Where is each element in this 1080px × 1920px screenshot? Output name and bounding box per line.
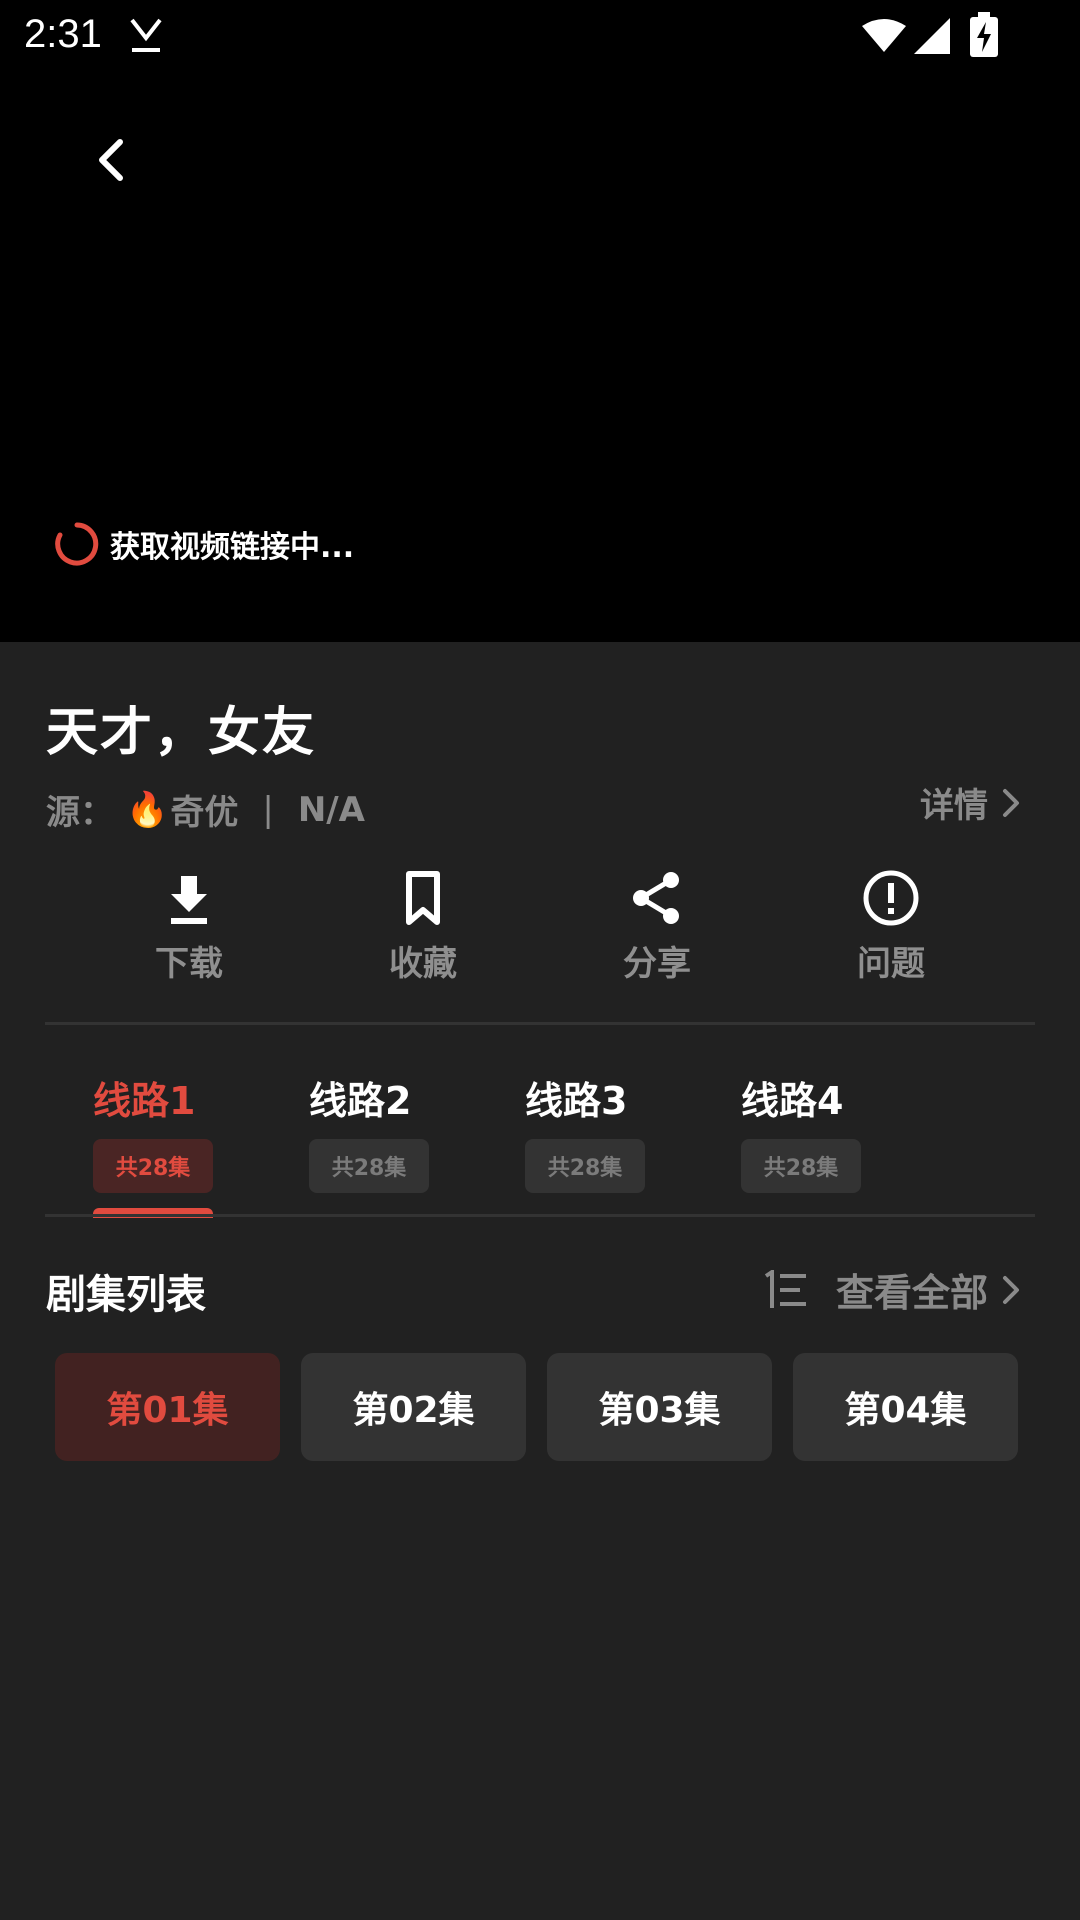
action-bar: 下载 收藏 分享 问题 (72, 868, 1008, 985)
share-label: 分享 (623, 944, 691, 984)
view-all-label: 查看全部 (835, 1271, 988, 1315)
signal-icon (914, 18, 950, 54)
episode-button[interactable]: 第04集 (793, 1353, 1018, 1461)
divider (45, 1214, 1035, 1217)
download-button[interactable]: 下载 (72, 868, 306, 985)
status-time: 2:31 (24, 12, 102, 56)
sort-list-icon (764, 1269, 806, 1308)
video-title: 天才，女友 (46, 703, 317, 763)
line-count-badge: 共28集 (525, 1139, 645, 1193)
source-row: 源： 🔥 奇优 | N/A (46, 785, 365, 834)
view-all-button[interactable]: 查看全部 (762, 1262, 1020, 1317)
video-player[interactable]: 2:31 获取视频链接中... (0, 0, 1080, 642)
episode-button[interactable]: 第02集 (301, 1353, 526, 1461)
download-complete-icon (130, 18, 162, 52)
report-button[interactable]: 问题 (774, 868, 1008, 985)
bookmark-label: 收藏 (389, 944, 457, 984)
line-name: 线路3 (525, 1079, 628, 1123)
fire-icon: 🔥 (126, 789, 169, 830)
battery-charging-icon (970, 12, 998, 57)
download-icon (171, 876, 207, 924)
back-arrow-icon (99, 139, 123, 181)
episode-grid: 第01集 第02集 第03集 第04集 (55, 1353, 1018, 1461)
wifi-icon (862, 19, 906, 52)
loading-text: 获取视频链接中... (110, 530, 355, 565)
line-name: 线路1 (93, 1079, 196, 1123)
line-name: 线路4 (741, 1079, 844, 1123)
source-label: 源： (46, 793, 114, 833)
download-label: 下载 (155, 944, 223, 984)
line-count-badge: 共28集 (741, 1139, 861, 1193)
source-separator: | (262, 789, 274, 830)
detail-label: 详情 (920, 786, 988, 826)
bookmark-icon (406, 871, 440, 925)
report-icon (863, 870, 919, 926)
source-extra: N/A (297, 789, 365, 830)
share-button[interactable]: 分享 (540, 868, 774, 985)
chevron-right-icon (1003, 788, 1019, 817)
episode-button[interactable]: 第01集 (55, 1353, 280, 1461)
line-name: 线路2 (309, 1079, 412, 1123)
tab-line-4[interactable]: 线路4 共28集 (741, 1070, 957, 1193)
tab-line-2[interactable]: 线路2 共28集 (309, 1070, 525, 1193)
line-tabs: 线路1 共28集 线路2 共28集 线路3 共28集 线路4 共28集 (93, 1070, 957, 1218)
line-count-badge: 共28集 (93, 1139, 213, 1193)
loading-spinner-icon (55, 522, 99, 566)
divider (45, 1022, 1035, 1025)
tab-line-1[interactable]: 线路1 共28集 (93, 1070, 309, 1218)
tab-line-3[interactable]: 线路3 共28集 (525, 1070, 741, 1193)
back-button[interactable] (80, 130, 140, 190)
chevron-right-icon (1003, 1275, 1019, 1304)
loading-indicator: 获取视频链接中... (54, 520, 354, 568)
episode-list-title: 剧集列表 (46, 1272, 206, 1318)
episode-button[interactable]: 第03集 (547, 1353, 772, 1461)
detail-button[interactable]: 详情 (920, 778, 1020, 827)
bookmark-button[interactable]: 收藏 (306, 868, 540, 985)
line-count-badge: 共28集 (309, 1139, 429, 1193)
status-bar: 2:31 (0, 0, 1080, 72)
source-name: 奇优 (170, 793, 239, 833)
share-icon (633, 872, 679, 924)
report-label: 问题 (857, 944, 925, 984)
